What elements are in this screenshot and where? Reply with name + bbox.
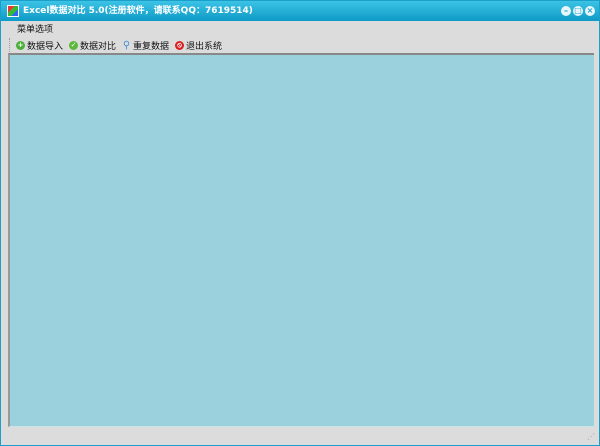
app-window: Excel数据对比 5.0(注册软件，请联系QQ：7619514) – □ × … [0, 0, 600, 446]
check-icon: ✓ [69, 40, 79, 50]
plus-icon: + [16, 40, 25, 50]
exit-label: 退出系统 [186, 41, 223, 52]
minimize-button[interactable]: – [561, 6, 571, 16]
app-icon [7, 5, 19, 17]
window-title: Excel数据对比 5.0(注册软件，请联系QQ：7619514) [23, 6, 253, 16]
compare-data-button[interactable]: ✓ 数据对比 [69, 39, 116, 52]
duplicate-data-button[interactable]: ⚲ 重复数据 [122, 39, 169, 52]
stop-icon: ⦸ [175, 40, 185, 50]
compare-data-label: 数据对比 [80, 41, 117, 52]
magnifier-icon: ⚲ [122, 39, 131, 51]
resize-grip-icon[interactable]: ⋰ [587, 432, 595, 441]
menu-options[interactable]: 菜单选项 [17, 24, 53, 36]
duplicate-data-label: 重复数据 [133, 41, 170, 52]
title-bar[interactable]: Excel数据对比 5.0(注册软件，请联系QQ：7619514) – □ × [1, 1, 599, 21]
import-data-button[interactable]: + 数据导入 [16, 39, 63, 52]
maximize-button[interactable]: □ [573, 6, 583, 16]
toolbar: + 数据导入 ✓ 数据对比 ⚲ 重复数据 ⦸ 退出系统 [9, 38, 222, 52]
import-data-label: 数据导入 [27, 41, 64, 52]
exit-button[interactable]: ⦸ 退出系统 [175, 39, 222, 52]
main-content-area [8, 53, 594, 427]
close-button[interactable]: × [585, 6, 595, 16]
